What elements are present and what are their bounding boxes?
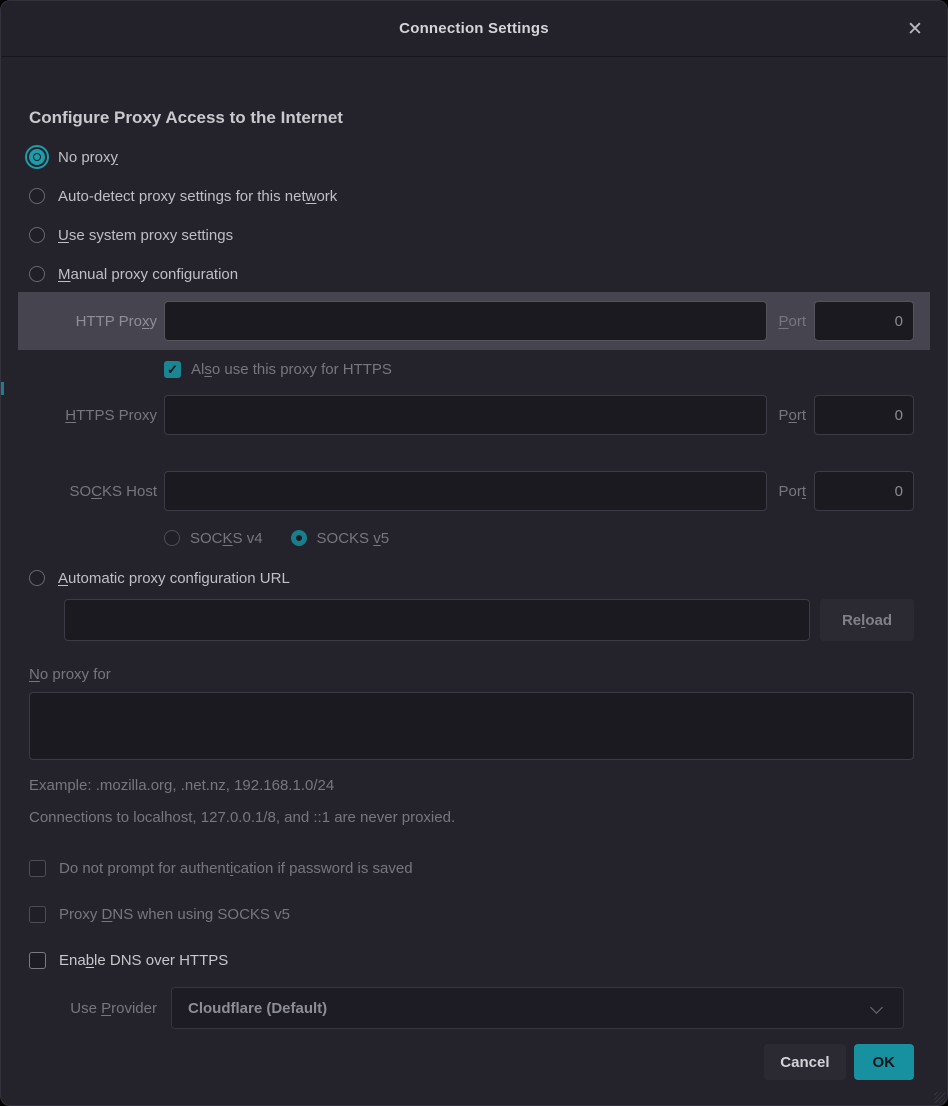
radio-row-system-proxy: Use system proxy settings (29, 222, 914, 248)
checkbox-no-prompt-auth[interactable] (29, 860, 46, 877)
radio-system-proxy[interactable] (29, 227, 45, 243)
no-proxy-for-label: No proxy for (29, 663, 914, 685)
check-icon: ✓ (167, 363, 178, 376)
https-proxy-label: HTTPS Proxy (29, 407, 164, 424)
enable-doh-label: Enable DNS over HTTPS (59, 952, 228, 969)
radio-no-proxy[interactable] (29, 149, 45, 165)
close-icon[interactable]: ✕ (901, 15, 929, 43)
socks-v5-label: SOCKS v5 (317, 530, 390, 547)
socks-port-label: Port (778, 483, 806, 500)
radio-auto-url-label: Automatic proxy configuration URL (58, 570, 290, 587)
radio-row-auto-detect: Auto-detect proxy settings for this netw… (29, 183, 914, 209)
radio-auto-detect-label: Auto-detect proxy settings for this netw… (58, 188, 337, 205)
also-https-label: Also use this proxy for HTTPS (191, 361, 392, 378)
provider-row: Use Provider Cloudflare (Default) (29, 987, 914, 1029)
checkbox-enable-doh[interactable] (29, 952, 46, 969)
http-port-input[interactable] (814, 301, 914, 341)
section-heading: Configure Proxy Access to the Internet (29, 105, 914, 131)
dialog-footer: Cancel OK (29, 1044, 914, 1080)
http-proxy-input[interactable] (164, 301, 767, 341)
radio-auto-detect[interactable] (29, 188, 45, 204)
radio-manual-proxy-label: Manual proxy configuration (58, 266, 238, 283)
connection-settings-dialog: Connection Settings ✕ Configure Proxy Ac… (0, 0, 948, 1106)
no-proxy-note-text: Connections to localhost, 127.0.0.1/8, a… (29, 809, 914, 826)
socks-v4-label: SOCKS v4 (190, 530, 263, 547)
radio-row-no-proxy: No proxy (29, 144, 914, 170)
dialog-header: Connection Settings ✕ (1, 1, 947, 57)
reload-button[interactable]: Reload (820, 599, 914, 641)
proxy-dns-row: Proxy DNS when using SOCKS v5 (29, 903, 914, 925)
cancel-button[interactable]: Cancel (764, 1044, 845, 1080)
radio-no-proxy-label: No proxy (58, 149, 118, 166)
edge-artifact (1, 382, 4, 395)
use-provider-label: Use Provider (29, 1000, 164, 1017)
socks-host-input[interactable] (164, 471, 767, 511)
provider-selected-value: Cloudflare (Default) (188, 1000, 327, 1017)
no-proxy-example-text: Example: .mozilla.org, .net.nz, 192.168.… (29, 777, 914, 794)
socks-host-label: SOCKS Host (29, 483, 164, 500)
https-port-input[interactable] (814, 395, 914, 435)
radio-manual-proxy[interactable] (29, 266, 45, 282)
dialog-title: Connection Settings (399, 20, 549, 37)
socks-port-input[interactable] (814, 471, 914, 511)
ok-button[interactable]: OK (854, 1044, 915, 1080)
also-https-row: ✓ Also use this proxy for HTTPS (164, 359, 914, 379)
http-proxy-label: HTTP Proxy (29, 313, 164, 330)
enable-doh-row: Enable DNS over HTTPS (29, 949, 914, 971)
radio-auto-url[interactable] (29, 570, 45, 586)
provider-select[interactable]: Cloudflare (Default) (171, 987, 904, 1029)
radio-socks-v4[interactable] (164, 530, 180, 546)
checkbox-proxy-dns[interactable] (29, 906, 46, 923)
auto-url-input[interactable] (64, 599, 810, 641)
radio-socks-v5[interactable] (291, 530, 307, 546)
no-prompt-auth-row: Do not prompt for authentication if pass… (29, 857, 914, 879)
resize-grip[interactable] (934, 1092, 945, 1103)
https-port-label: Port (778, 407, 806, 424)
dialog-body: Configure Proxy Access to the Internet N… (1, 57, 947, 1105)
http-proxy-row-highlighted: HTTP Proxy Port (18, 292, 930, 350)
socks-version-row: SOCKS v4 SOCKS v5 (164, 528, 914, 548)
radio-system-proxy-label: Use system proxy settings (58, 227, 233, 244)
radio-row-manual-proxy: Manual proxy configuration (29, 261, 914, 287)
proxy-dns-label: Proxy DNS when using SOCKS v5 (59, 906, 290, 923)
no-proxy-for-textarea[interactable] (29, 692, 914, 760)
no-prompt-auth-label: Do not prompt for authentication if pass… (59, 860, 413, 877)
http-port-label: Port (778, 313, 806, 330)
https-proxy-input[interactable] (164, 395, 767, 435)
https-proxy-row: HTTPS Proxy Port (29, 395, 914, 435)
auto-url-row: Reload (29, 599, 914, 641)
screen: Connection Settings ✕ Configure Proxy Ac… (0, 0, 948, 1106)
radio-row-auto-url: Automatic proxy configuration URL (29, 565, 914, 591)
checkbox-also-https[interactable]: ✓ (164, 361, 181, 378)
chevron-down-icon (870, 1001, 883, 1014)
socks-host-row: SOCKS Host Port (29, 471, 914, 511)
